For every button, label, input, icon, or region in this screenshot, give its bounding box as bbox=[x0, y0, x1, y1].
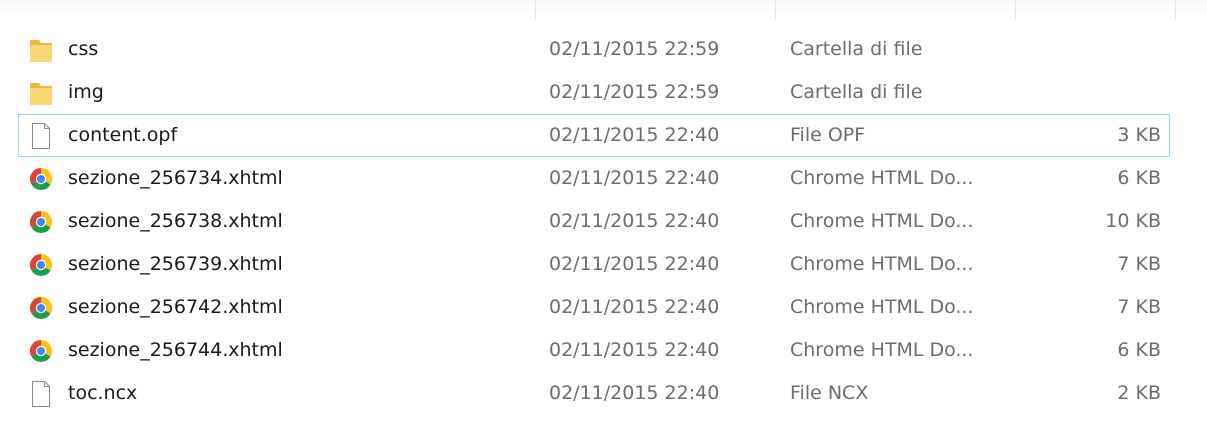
column-divider-date[interactable] bbox=[535, 0, 536, 20]
file-size: 6 KB bbox=[1117, 339, 1161, 361]
file-type: Cartella di file bbox=[790, 38, 923, 60]
document-icon bbox=[29, 123, 53, 149]
file-size: 2 KB bbox=[1117, 382, 1161, 404]
file-type: Chrome HTML Do... bbox=[790, 210, 974, 232]
file-date-modified: 02/11/2015 22:40 bbox=[549, 382, 720, 404]
column-header-strip bbox=[0, 0, 1207, 14]
chrome-icon bbox=[29, 338, 53, 364]
file-row[interactable]: sezione_256744.xhtml 02/11/2015 22:40 Ch… bbox=[18, 329, 1170, 372]
file-type: Cartella di file bbox=[790, 81, 923, 103]
chrome-icon bbox=[29, 166, 53, 192]
file-size: 7 KB bbox=[1117, 253, 1161, 275]
file-name: sezione_256739.xhtml bbox=[68, 253, 283, 275]
file-date-modified: 02/11/2015 22:40 bbox=[549, 167, 720, 189]
file-row[interactable]: sezione_256734.xhtml 02/11/2015 22:40 Ch… bbox=[18, 157, 1170, 200]
file-row[interactable]: sezione_256739.xhtml 02/11/2015 22:40 Ch… bbox=[18, 243, 1170, 286]
file-name: img bbox=[68, 81, 104, 103]
chrome-icon bbox=[29, 295, 53, 321]
file-size: 7 KB bbox=[1117, 296, 1161, 318]
file-date-modified: 02/11/2015 22:40 bbox=[549, 210, 720, 232]
file-name: css bbox=[68, 38, 99, 60]
file-size: 10 KB bbox=[1105, 210, 1161, 232]
folder-icon bbox=[29, 80, 53, 106]
file-size: 6 KB bbox=[1117, 167, 1161, 189]
file-date-modified: 02/11/2015 22:40 bbox=[549, 124, 720, 146]
file-type: File OPF bbox=[790, 124, 866, 146]
chrome-icon bbox=[29, 209, 53, 235]
file-type: Chrome HTML Do... bbox=[790, 339, 974, 361]
file-list: css 02/11/2015 22:59 Cartella di file im… bbox=[18, 28, 1170, 415]
file-date-modified: 02/11/2015 22:40 bbox=[549, 339, 720, 361]
file-date-modified: 02/11/2015 22:40 bbox=[549, 296, 720, 318]
file-row[interactable]: img 02/11/2015 22:59 Cartella di file bbox=[18, 71, 1170, 114]
column-divider-end[interactable] bbox=[1175, 0, 1176, 20]
file-name: content.opf bbox=[68, 124, 178, 146]
file-date-modified: 02/11/2015 22:59 bbox=[549, 81, 720, 103]
file-row[interactable]: sezione_256742.xhtml 02/11/2015 22:40 Ch… bbox=[18, 286, 1170, 329]
file-type: Chrome HTML Do... bbox=[790, 296, 974, 318]
file-row[interactable]: content.opf 02/11/2015 22:40 File OPF 3 … bbox=[18, 114, 1170, 157]
file-type: Chrome HTML Do... bbox=[790, 253, 974, 275]
file-name: sezione_256742.xhtml bbox=[68, 296, 283, 318]
file-date-modified: 02/11/2015 22:40 bbox=[549, 253, 720, 275]
file-date-modified: 02/11/2015 22:59 bbox=[549, 38, 720, 60]
document-icon bbox=[29, 381, 53, 407]
file-row[interactable]: css 02/11/2015 22:59 Cartella di file bbox=[18, 28, 1170, 71]
folder-icon bbox=[29, 37, 53, 63]
chrome-icon bbox=[29, 252, 53, 278]
file-size: 3 KB bbox=[1117, 124, 1161, 146]
file-name: toc.ncx bbox=[68, 382, 138, 404]
file-name: sezione_256744.xhtml bbox=[68, 339, 283, 361]
column-divider-size[interactable] bbox=[1015, 0, 1016, 20]
file-row[interactable]: sezione_256738.xhtml 02/11/2015 22:40 Ch… bbox=[18, 200, 1170, 243]
file-name: sezione_256738.xhtml bbox=[68, 210, 283, 232]
file-row[interactable]: toc.ncx 02/11/2015 22:40 File NCX 2 KB bbox=[18, 372, 1170, 415]
file-type: Chrome HTML Do... bbox=[790, 167, 974, 189]
file-name: sezione_256734.xhtml bbox=[68, 167, 283, 189]
column-divider-type[interactable] bbox=[775, 0, 776, 20]
file-type: File NCX bbox=[790, 382, 869, 404]
